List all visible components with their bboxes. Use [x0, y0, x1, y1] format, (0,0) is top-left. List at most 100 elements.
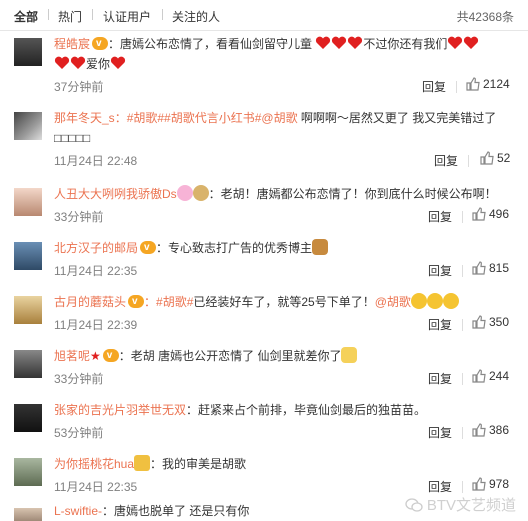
comment-body: 那年冬天_s：#胡歌##胡歌代言小红书#@胡歌 啊啊啊～居然又更了 我又完美错过…	[54, 108, 514, 148]
mention-link[interactable]: @胡歌	[375, 295, 411, 309]
tab-separator	[48, 9, 49, 20]
comment-text: 爱你	[86, 57, 111, 71]
reply-button[interactable]: 回复	[428, 424, 452, 441]
comment-item: 古月的蘑菇头 ：#胡歌#已经装好车了，就等25号下单了！@胡歌 11月24日 22…	[0, 288, 528, 344]
comment-text: ：我的审美是胡歌	[150, 457, 247, 471]
action-divider	[462, 319, 463, 331]
comment-timestamp: 11月24日 22:35	[54, 480, 138, 494]
username-link[interactable]: L-swiftie-	[54, 504, 102, 518]
reply-button[interactable]: 回复	[434, 152, 458, 169]
avatar[interactable]	[14, 296, 42, 324]
like-count: 386	[489, 423, 510, 437]
like-count: 52	[497, 151, 511, 165]
heart-emoji-icon	[54, 56, 70, 69]
comment-item: 旭茗呢★ ：老胡 唐嫣也公开恋情了 仙剑里就差你了 33分钟前 回复 244	[0, 342, 528, 398]
hashtag-link[interactable]: ：#胡歌#	[144, 295, 193, 309]
username-link[interactable]: 为你摇桃花hua	[54, 457, 134, 471]
doge-emoji-icon	[341, 347, 358, 363]
avatar[interactable]	[14, 242, 42, 270]
like-button[interactable]: 244	[472, 369, 509, 383]
like-button[interactable]: 978	[472, 477, 509, 491]
thumbs-up-icon	[472, 477, 486, 491]
tab-all[interactable]: 全部	[14, 8, 38, 25]
comment-body: 人丑大大咧咧我骄傲Ds ：老胡！唐嫣都公布恋情了！你到底什么时候公布啊！	[54, 184, 514, 204]
hashtag-link[interactable]: ：#胡歌##胡歌代言小红书#@胡歌	[115, 111, 298, 125]
comment-body: 张家的吉光片羽举世无双：赶紧来占个前排，毕竟仙剑最后的独苗苗。	[54, 400, 514, 420]
bow-emoji-icon	[176, 185, 193, 201]
username-link[interactable]: 人丑大大咧咧我骄傲Ds	[54, 187, 177, 201]
reply-button[interactable]: 回复	[428, 478, 452, 495]
reply-button[interactable]: 回复	[428, 316, 452, 333]
like-button[interactable]: 386	[472, 423, 509, 437]
reply-button[interactable]: 回复	[428, 208, 452, 225]
comment-item: 人丑大大咧咧我骄傲Ds ：老胡！唐嫣都公布恋情了！你到底什么时候公布啊！ 33分钟…	[0, 180, 528, 236]
avatar[interactable]	[14, 404, 42, 432]
comment-body: 程皓宸 ：唐嫣公布恋情了，看看仙剑留守儿童 不过你还有我们 爱你	[54, 34, 514, 74]
watermark-text: BTV文艺频道	[426, 497, 516, 514]
heart-emoji-icon	[348, 36, 363, 49]
like-button[interactable]: 350	[472, 315, 509, 329]
username-link[interactable]: 程皓宸	[54, 37, 90, 51]
like-button[interactable]: 496	[472, 207, 509, 221]
heart-emoji-icon	[316, 36, 331, 49]
star-badge-icon: ★	[90, 349, 101, 363]
comment-text: ：老胡 唐嫣也公开恋情了 仙剑里就差你了	[118, 349, 342, 363]
like-button[interactable]: 52	[480, 151, 510, 165]
wechat-icon	[404, 498, 423, 512]
heart-emoji-icon	[70, 56, 86, 69]
thumbs-up-icon	[472, 207, 486, 221]
username-link[interactable]: 北方汉子的邮局	[54, 241, 138, 255]
avatar[interactable]	[14, 508, 42, 521]
action-divider	[462, 265, 463, 277]
reply-button[interactable]: 回复	[422, 78, 446, 95]
action-divider	[456, 81, 457, 93]
username-link[interactable]: 旭茗呢	[54, 349, 90, 363]
comment-item: 北方汉子的邮局 ：专心致志打广告的优秀博主 11月24日 22:35 回复 815	[0, 234, 528, 290]
avatar[interactable]	[14, 350, 42, 378]
comment-timestamp: 53分钟前	[54, 426, 104, 440]
heart-emoji-icon	[464, 36, 479, 49]
comment-text: ：赶紧来占个前排，毕竟仙剑最后的独苗苗。	[186, 403, 427, 417]
comment-timestamp: 33分钟前	[54, 372, 104, 386]
verified-badge-icon	[92, 34, 109, 54]
username-link[interactable]: 古月的蘑菇头	[54, 295, 126, 309]
comment-total-count: 共42368条	[456, 10, 514, 24]
comment-timestamp: 11月24日 22:39	[54, 318, 138, 332]
comment-timestamp: 11月24日 22:48	[54, 154, 138, 168]
tab-following[interactable]: 关注的人	[172, 8, 220, 25]
comment-item: 程皓宸 ：唐嫣公布恋情了，看看仙剑留守儿童 不过你还有我们 爱你 37分钟前 回复…	[0, 30, 528, 96]
reply-button[interactable]: 回复	[428, 370, 452, 387]
comment-timestamp: 33分钟前	[54, 210, 104, 224]
avatar[interactable]	[14, 188, 42, 216]
comment-body: 旭茗呢★ ：老胡 唐嫣也公开恋情了 仙剑里就差你了	[54, 346, 514, 366]
comment-body: 古月的蘑菇头 ：#胡歌#已经装好车了，就等25号下单了！@胡歌	[54, 292, 514, 312]
like-button[interactable]: 2124	[466, 77, 510, 91]
comment-item: 那年冬天_s：#胡歌##胡歌代言小红书#@胡歌 啊啊啊～居然又更了 我又完美错过…	[0, 104, 528, 174]
like-count: 244	[489, 369, 510, 383]
comment-timestamp: 37分钟前	[54, 80, 104, 94]
thumbs-up-icon	[480, 151, 494, 165]
avatar[interactable]	[14, 38, 42, 66]
thumbs-up-icon	[472, 423, 486, 437]
laughing-emoji-icon	[410, 293, 427, 309]
comment-body: 北方汉子的邮局 ：专心致志打广告的优秀博主	[54, 238, 514, 258]
doge-emoji-icon	[312, 239, 329, 255]
heart-emoji-icon	[448, 36, 463, 49]
like-count: 2124	[483, 77, 510, 91]
reply-button[interactable]: 回复	[428, 262, 452, 279]
action-divider	[462, 211, 463, 223]
laughing-emoji-icon	[426, 293, 443, 309]
avatar[interactable]	[14, 458, 42, 486]
username-link[interactable]: 张家的吉光片羽举世无双	[54, 403, 186, 417]
comment-timestamp: 11月24日 22:35	[54, 264, 138, 278]
heart-emoji-icon	[110, 56, 126, 69]
like-button[interactable]: 815	[472, 261, 509, 275]
tab-verified[interactable]: 认证用户	[103, 8, 151, 25]
comment-text: 不过你还有我们	[363, 37, 448, 51]
like-count: 978	[489, 477, 510, 491]
tab-hot[interactable]: 热门	[58, 8, 82, 25]
avatar[interactable]	[14, 112, 42, 140]
like-count: 815	[489, 261, 510, 275]
username-link[interactable]: 那年冬天_s	[54, 111, 115, 125]
tab-separator	[92, 9, 93, 20]
